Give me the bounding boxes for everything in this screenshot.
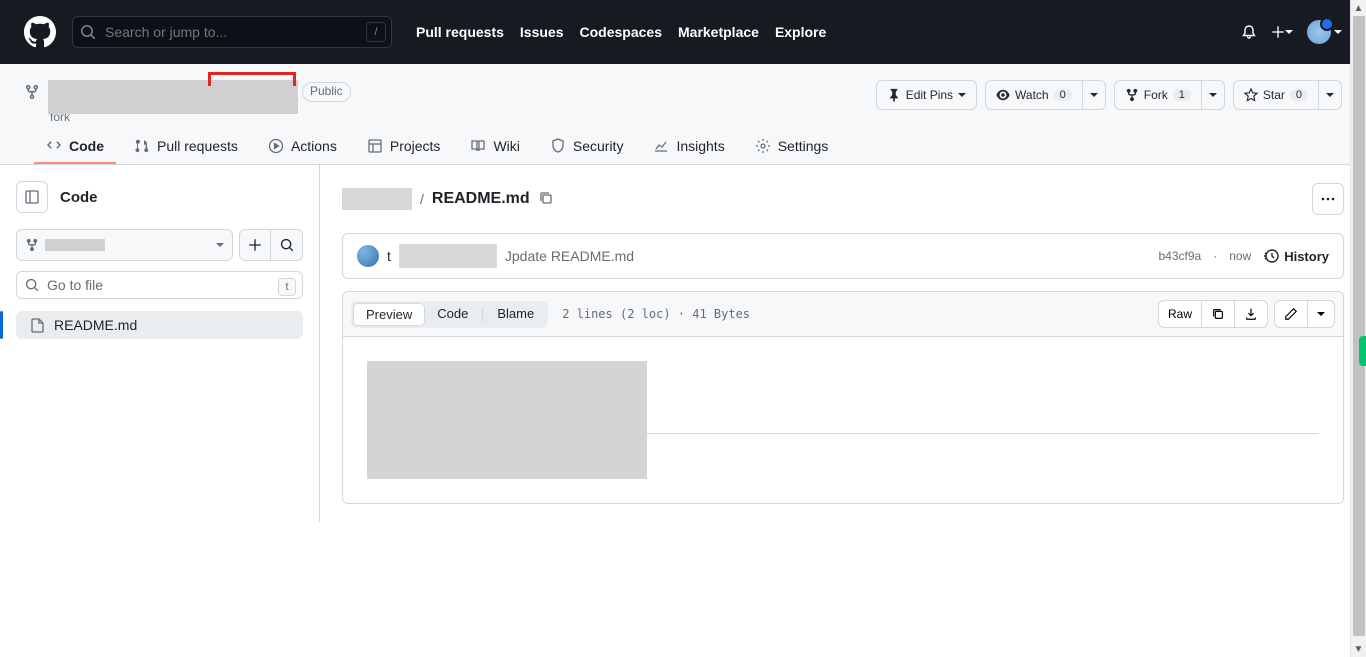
star-button[interactable]: Star0: [1233, 80, 1319, 110]
download-button[interactable]: [1235, 300, 1268, 328]
fork-dropdown[interactable]: [1202, 80, 1225, 110]
watch-button[interactable]: Watch0: [985, 80, 1083, 110]
view-tab-blame[interactable]: Blame: [485, 303, 546, 326]
scrollbar[interactable]: ▲ ▼: [1350, 0, 1366, 657]
feedback-tab[interactable]: [1359, 336, 1366, 366]
file-content-area: / README.md t Jpdate README.md b43cf9a ·…: [320, 165, 1366, 522]
github-logo-icon[interactable]: [24, 16, 56, 48]
tab-code[interactable]: Code: [34, 130, 116, 164]
repo-name-redacted: [48, 80, 298, 114]
file-icon: [30, 317, 46, 333]
more-options-button[interactable]: [1312, 183, 1344, 215]
visibility-badge: Public: [302, 82, 351, 102]
edit-dropdown[interactable]: [1308, 300, 1335, 328]
nav-codespaces[interactable]: Codespaces: [580, 24, 662, 40]
nav-explore[interactable]: Explore: [775, 24, 826, 40]
tab-wiki[interactable]: Wiki: [458, 130, 531, 164]
copy-path-icon[interactable]: [538, 190, 554, 209]
search-input[interactable]: [72, 16, 392, 48]
sidebar-toggle-icon[interactable]: [16, 181, 48, 213]
edit-button[interactable]: [1274, 300, 1308, 328]
breadcrumb-file: README.md: [432, 190, 530, 208]
view-tab-preview[interactable]: Preview: [353, 303, 425, 326]
search-files-button[interactable]: [271, 229, 303, 261]
commit-author-redacted: [399, 244, 497, 268]
fork-icon: [24, 84, 40, 103]
tab-settings[interactable]: Settings: [743, 130, 841, 164]
tab-actions[interactable]: Actions: [256, 130, 349, 164]
file-tree-sidebar: Code Go to file t README.md: [0, 165, 320, 522]
search-icon: [80, 24, 96, 40]
breadcrumb-separator: /: [420, 191, 424, 207]
breadcrumb-repo-redacted[interactable]: [342, 188, 412, 210]
readme-content-redacted: [367, 361, 647, 479]
fork-button[interactable]: Fork1: [1114, 80, 1202, 110]
add-file-button[interactable]: [239, 229, 271, 261]
nav-pull-requests[interactable]: Pull requests: [416, 24, 504, 40]
tab-insights[interactable]: Insights: [641, 130, 736, 164]
repo-nav: Code Pull requests Actions Projects Wiki…: [24, 130, 1342, 164]
commit-message[interactable]: Jpdate README.md: [505, 248, 634, 264]
commit-author-avatar[interactable]: [357, 245, 379, 267]
repo-header: Public fork Edit Pins Watch0 Fork1 Star0…: [0, 64, 1366, 165]
branch-selector[interactable]: [16, 229, 233, 261]
view-tab-code[interactable]: Code: [425, 303, 480, 326]
goto-file-input[interactable]: Go to file t: [16, 271, 303, 299]
sidebar-title: Code: [60, 189, 98, 206]
create-new-dropdown[interactable]: [1271, 25, 1293, 39]
latest-commit-box: t Jpdate README.md b43cf9a · now History: [342, 233, 1344, 279]
commit-author-prefix: t: [387, 248, 391, 264]
file-tree-item-readme[interactable]: README.md: [16, 311, 303, 339]
nav-marketplace[interactable]: Marketplace: [678, 24, 759, 40]
watch-dropdown[interactable]: [1083, 80, 1106, 110]
raw-button[interactable]: Raw: [1158, 300, 1202, 328]
copy-button[interactable]: [1202, 300, 1235, 328]
nav-issues[interactable]: Issues: [520, 24, 564, 40]
file-preview-body: [343, 337, 1343, 503]
notifications-icon[interactable]: [1241, 24, 1257, 40]
tab-projects[interactable]: Projects: [355, 130, 453, 164]
search-slash-hint: /: [366, 22, 386, 42]
commit-time: now: [1229, 249, 1251, 263]
commit-sha[interactable]: b43cf9a: [1158, 249, 1201, 263]
global-header: / Pull requests Issues Codespaces Market…: [0, 0, 1366, 64]
tab-pull-requests[interactable]: Pull requests: [122, 130, 250, 164]
edit-pins-button[interactable]: Edit Pins: [876, 80, 977, 110]
file-stats: 2 lines (2 loc) · 41 Bytes: [562, 307, 750, 321]
file-toolbar: Preview Code Blame 2 lines (2 loc) · 41 …: [343, 292, 1343, 337]
goto-file-kbd: t: [278, 278, 296, 296]
user-avatar[interactable]: [1307, 20, 1342, 44]
tab-security[interactable]: Security: [538, 130, 636, 164]
star-dropdown[interactable]: [1319, 80, 1342, 110]
history-button[interactable]: History: [1263, 248, 1329, 264]
